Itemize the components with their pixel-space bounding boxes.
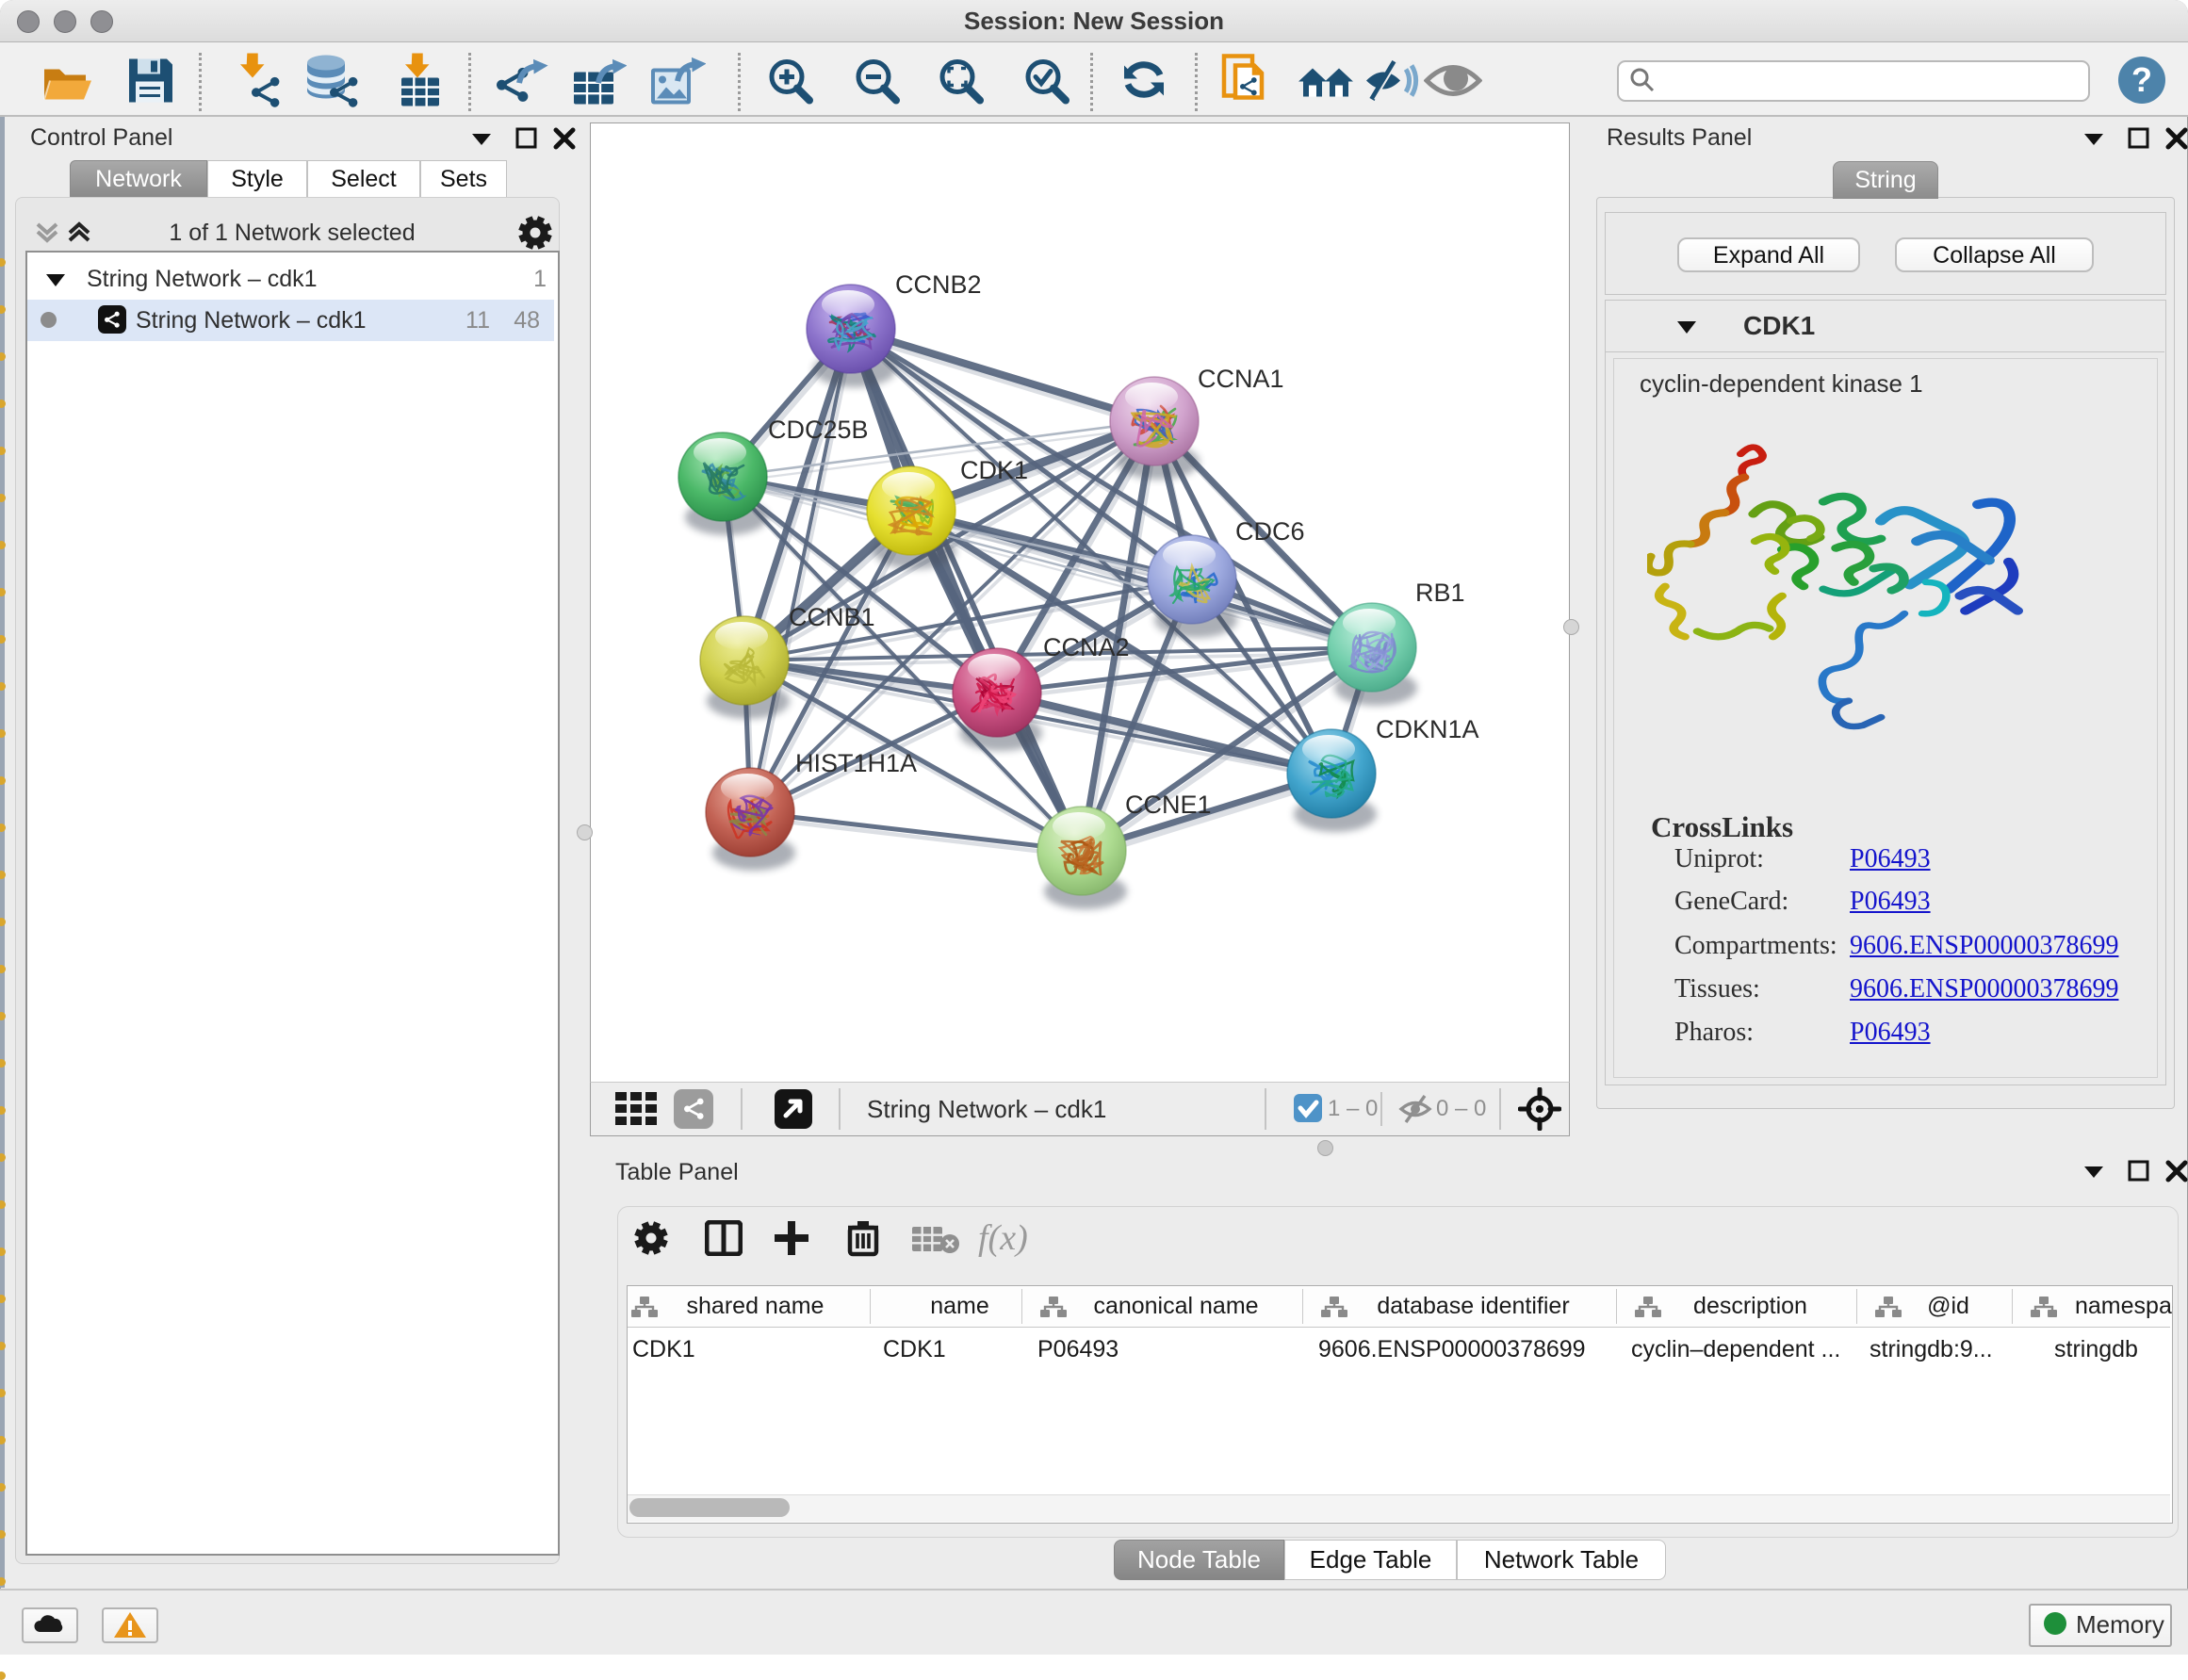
svg-text:CCNA2: CCNA2	[1043, 633, 1130, 661]
svg-text:CCNA1: CCNA1	[1198, 365, 1284, 393]
svg-text:CDK1: CDK1	[960, 456, 1028, 484]
svg-text:CCNB2: CCNB2	[895, 270, 982, 299]
svg-text:CDC25B: CDC25B	[768, 416, 869, 444]
svg-text:HIST1H1A: HIST1H1A	[795, 749, 917, 777]
svg-text:CDKN1A: CDKN1A	[1376, 715, 1479, 743]
svg-text:RB1: RB1	[1415, 579, 1465, 607]
svg-text:CDC6: CDC6	[1235, 517, 1305, 546]
svg-text:CCNE1: CCNE1	[1125, 791, 1212, 819]
svg-text:CCNB1: CCNB1	[789, 603, 875, 631]
